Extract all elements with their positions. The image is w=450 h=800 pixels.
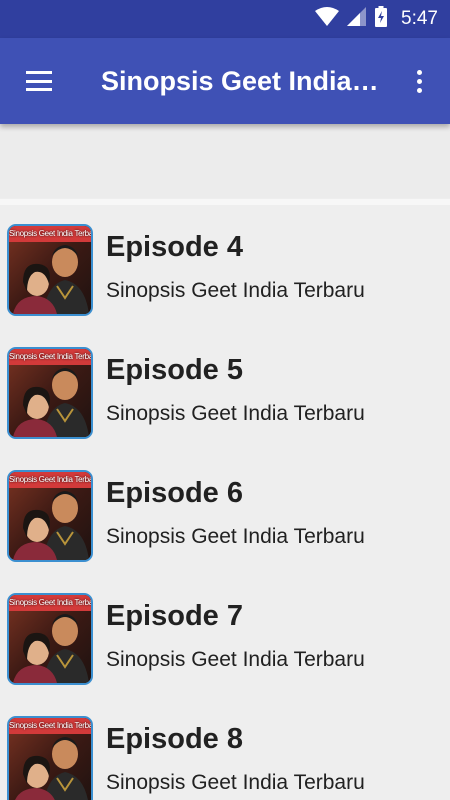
episode-title: Episode 5: [106, 354, 243, 386]
battery-charging-icon: [375, 6, 388, 32]
banner-space: [0, 124, 450, 198]
episode-subtitle: Sinopsis Geet India Terbaru: [106, 525, 365, 548]
thumbnail-caption: Sinopsis Geet India Terbaru: [9, 352, 93, 361]
episode-thumbnail: Sinopsis Geet India Terbaru: [7, 470, 93, 562]
menu-button[interactable]: [14, 59, 64, 103]
thumbnail-caption: Sinopsis Geet India Terbaru: [9, 475, 93, 484]
hamburger-menu-icon: [26, 71, 52, 91]
overflow-menu-button[interactable]: [402, 59, 436, 103]
episode-title: Episode 4: [106, 231, 243, 263]
status-bar: 5:47: [0, 0, 450, 38]
episode-title: Episode 6: [106, 477, 243, 509]
episode-subtitle: Sinopsis Geet India Terbaru: [106, 402, 365, 425]
episode-subtitle: Sinopsis Geet India Terbaru: [106, 279, 365, 302]
list-item-episode-3[interactable]: Sinopsis Geet India Terbaru Episode 6 Si…: [0, 451, 450, 574]
episode-thumbnail: Sinopsis Geet India Terbaru: [7, 716, 93, 800]
app-title: Sinopsis Geet India Terbaru: [101, 66, 386, 96]
thumbnail-caption: Sinopsis Geet India Terbaru: [9, 721, 93, 730]
list-item-episode-5[interactable]: Sinopsis Geet India Terbaru Episode 8 Si…: [0, 697, 450, 800]
thumbnail-caption: Sinopsis Geet India Terbaru: [9, 229, 93, 238]
wifi-icon: [315, 6, 340, 32]
episode-title: Episode 7: [106, 600, 243, 632]
thumbnail-caption: Sinopsis Geet India Terbaru: [9, 598, 93, 607]
list-item-episode-4[interactable]: Sinopsis Geet India Terbaru Episode 7 Si…: [0, 574, 450, 697]
episode-list: Sinopsis Geet India Terbaru Episode 4 Si…: [0, 205, 450, 800]
list-item-episode-1[interactable]: Sinopsis Geet India Terbaru Episode 4 Si…: [0, 205, 450, 328]
episode-title: Episode 8: [106, 723, 243, 755]
episode-subtitle: Sinopsis Geet India Terbaru: [106, 648, 365, 671]
status-icons: 5:47: [315, 0, 438, 38]
episode-subtitle: Sinopsis Geet India Terbaru: [106, 771, 365, 794]
list-item-episode-2[interactable]: Sinopsis Geet India Terbaru Episode 5 Si…: [0, 328, 450, 451]
episode-thumbnail: Sinopsis Geet India Terbaru: [7, 347, 93, 439]
episode-thumbnail: Sinopsis Geet India Terbaru: [7, 593, 93, 685]
app-bar: Sinopsis Geet India Terbaru: [0, 38, 450, 124]
more-vert-icon: [416, 69, 422, 93]
signal-icon: [347, 6, 367, 32]
episode-thumbnail: Sinopsis Geet India Terbaru: [7, 224, 93, 316]
status-time: 5:47: [401, 8, 438, 29]
